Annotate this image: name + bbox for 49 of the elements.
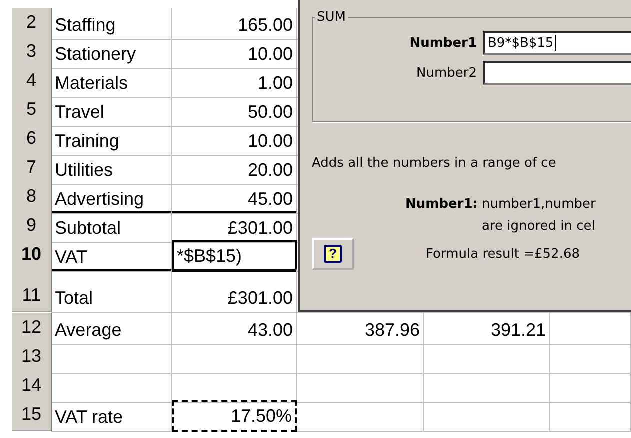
table-cell: £301.00: [172, 269, 297, 313]
table-cell: Average: [52, 313, 172, 345]
row-header[interactable]: 13: [12, 342, 52, 374]
table-cell: Travel: [52, 95, 172, 127]
row-header[interactable]: 3: [12, 37, 52, 69]
row-header[interactable]: 10: [12, 240, 52, 272]
table-cell: Staffing: [52, 8, 172, 40]
row-header[interactable]: 2: [12, 8, 52, 40]
field-label: Number2: [416, 66, 477, 80]
table-cell: 165.00: [172, 8, 297, 40]
table-cell: 1.00: [172, 66, 297, 98]
table-cell: 50.00: [172, 95, 297, 127]
row-header[interactable]: 5: [12, 95, 52, 127]
table-cell: 391.21: [424, 313, 550, 345]
row-header[interactable]: 12: [12, 313, 52, 345]
table-cell: Total: [52, 269, 172, 313]
table-cell: 387.96: [297, 313, 424, 345]
row-header[interactable]: 15: [12, 400, 52, 432]
formula-result: Formula result =£52.68: [426, 246, 580, 262]
table-cell: VAT rate: [52, 400, 172, 432]
help-button[interactable]: ?: [312, 238, 354, 270]
row-header[interactable]: 8: [12, 182, 52, 214]
table-cell: 10.00: [172, 124, 297, 156]
field-label: Number1: [408, 36, 477, 50]
function-description: Adds all the numbers in a range of ce: [312, 156, 558, 171]
row-header[interactable]: 6: [12, 124, 52, 156]
table-cell: 43.00: [172, 313, 297, 345]
table-cell: Training: [52, 124, 172, 156]
table-cell: Advertising: [52, 182, 172, 214]
argument-help: number1,number are ignored in cel: [482, 196, 596, 236]
table-cell: 20.00: [172, 153, 297, 185]
argument-label: Number1:: [404, 197, 479, 214]
table-cell: Materials: [52, 66, 172, 98]
table-cell: 17.50%: [172, 400, 297, 432]
table-cell: Stationery: [52, 37, 172, 69]
row-header[interactable]: 11: [12, 269, 52, 313]
table-cell: £301.00: [172, 211, 297, 243]
table-cell: Subtotal: [52, 211, 172, 243]
table-cell: 10.00: [172, 37, 297, 69]
row-header[interactable]: 7: [12, 153, 52, 185]
row-header[interactable]: 14: [12, 371, 52, 403]
active-cell[interactable]: *$B$15): [172, 240, 297, 272]
table-cell: VAT: [52, 240, 172, 272]
row-header[interactable]: 4: [12, 66, 52, 98]
row-header[interactable]: 9: [12, 211, 52, 243]
table-cell: Utilities: [52, 153, 172, 185]
table-cell: 45.00: [172, 182, 297, 214]
group-title: SUM: [316, 10, 347, 25]
input-field[interactable]: B9*$B$15: [483, 31, 631, 55]
